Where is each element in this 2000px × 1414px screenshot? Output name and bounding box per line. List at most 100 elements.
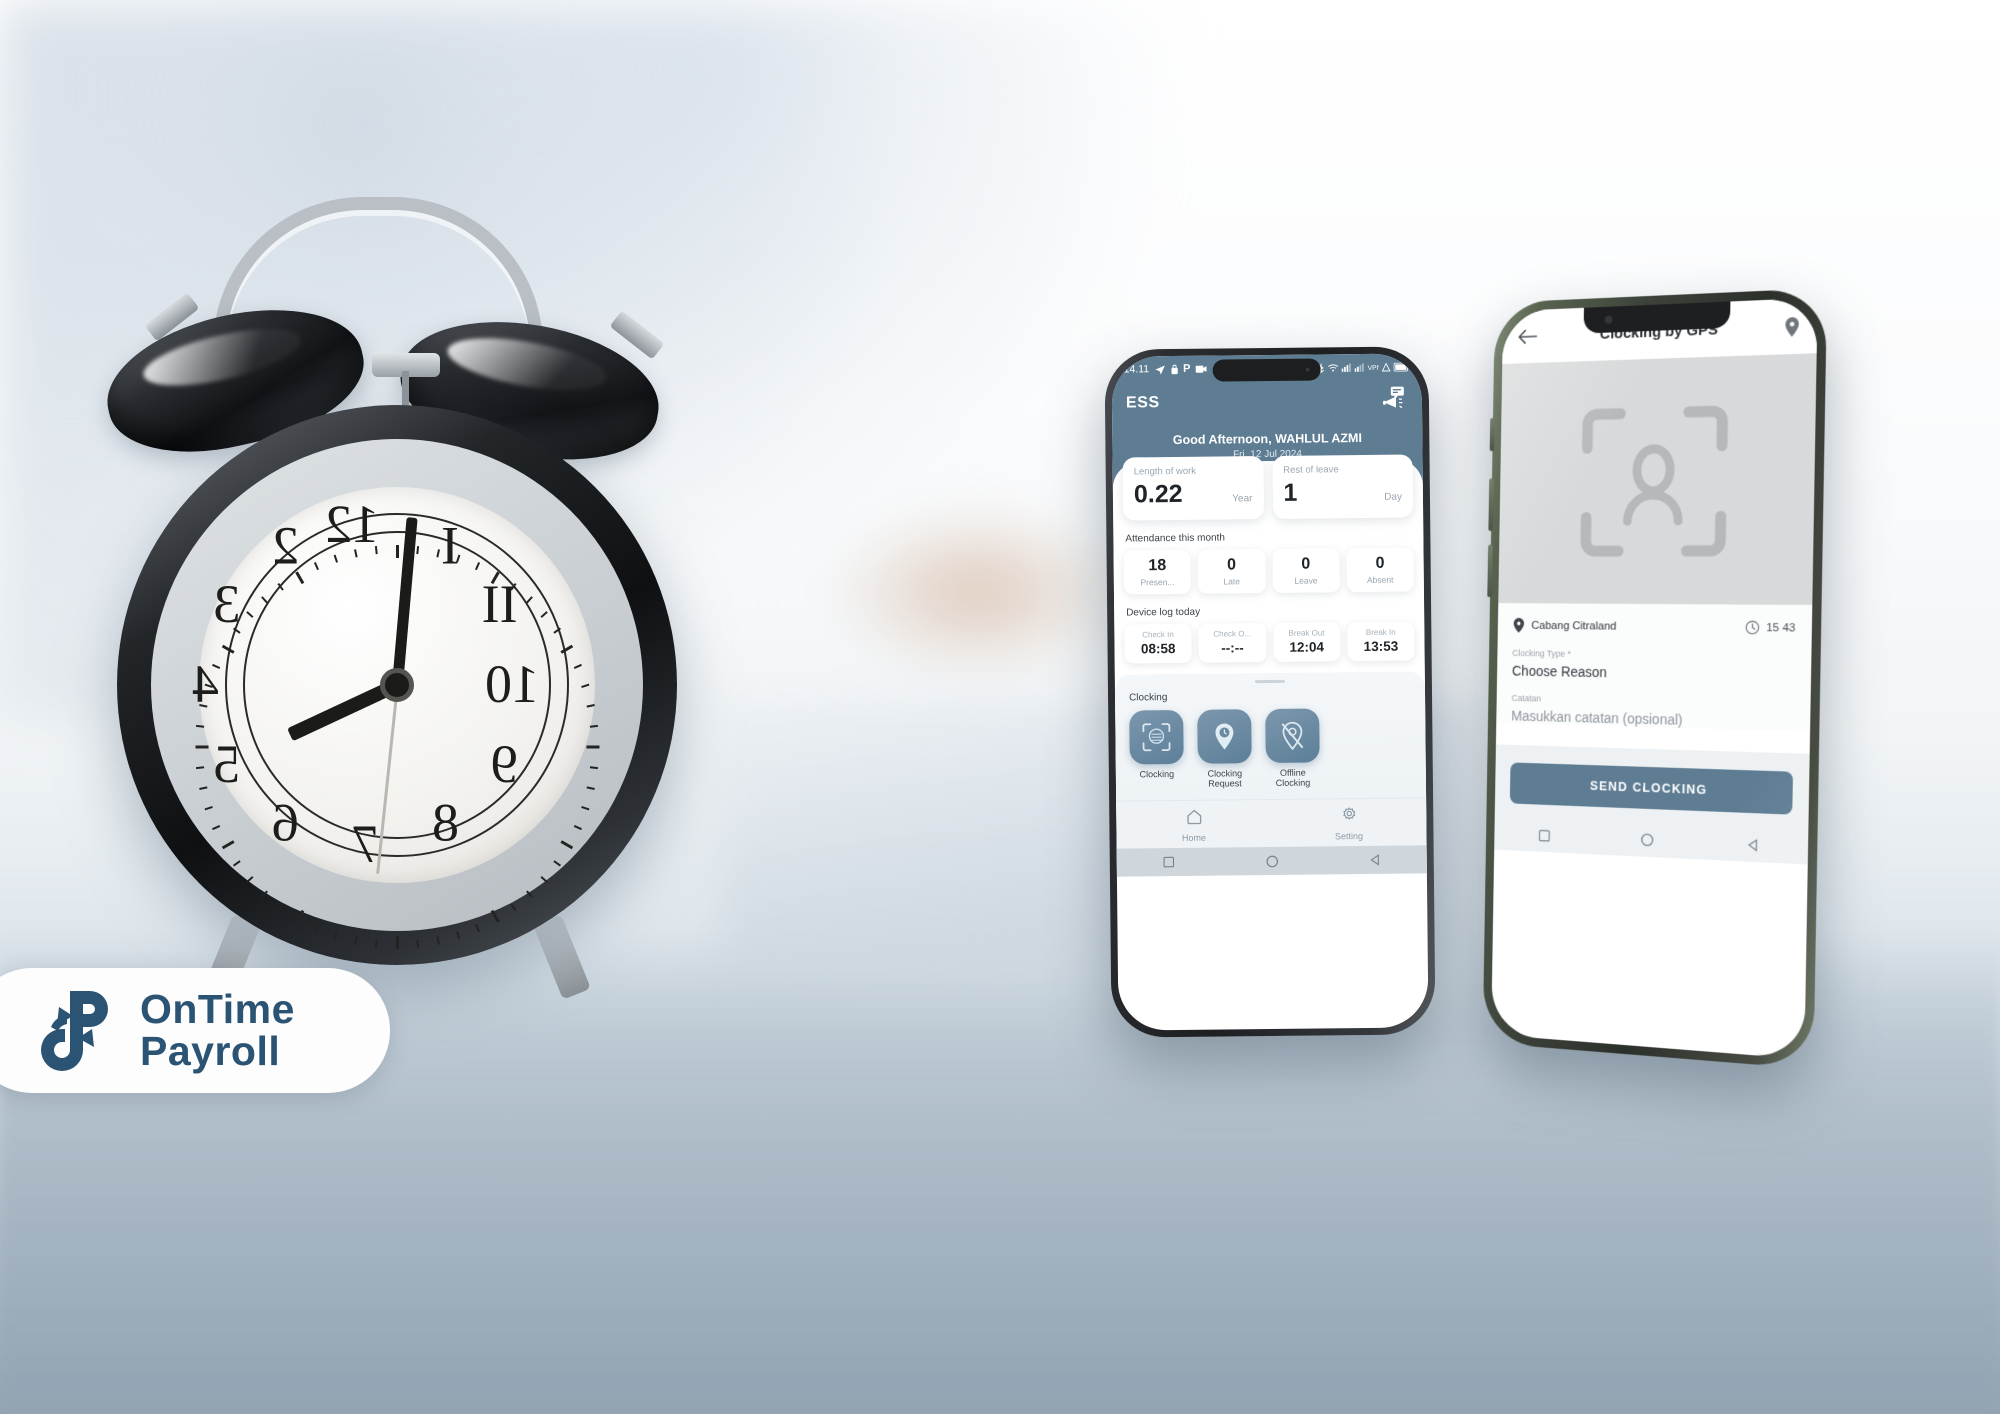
clock-numeral: II <box>481 574 518 634</box>
triangle-back-icon[interactable] <box>1747 838 1760 852</box>
attendance-value: 0 <box>1227 556 1237 574</box>
svg-text:VPN: VPN <box>1368 364 1379 371</box>
attendance-value: 0 <box>1301 555 1311 573</box>
clock-numeral: 7 <box>352 814 379 874</box>
ontime-payroll-mark <box>41 990 108 1071</box>
clock-tick <box>353 936 358 945</box>
device-log-break-in[interactable]: Break In 13:53 <box>1347 621 1415 661</box>
p-icon: P <box>1183 362 1191 375</box>
alarm-clock-image: 12 I II 10 9 8 7 6 5 4 3 2 <box>93 175 755 1000</box>
device-log-value: --:-- <box>1221 639 1244 656</box>
clock-tick <box>198 786 207 790</box>
clock-tick <box>195 766 204 770</box>
android-nav-bar <box>1116 845 1427 877</box>
brand-logo-badge: OnTime Payroll <box>0 968 390 1093</box>
attendance-item-present[interactable]: 18 Presen... <box>1123 549 1192 595</box>
volume-up-button[interactable] <box>1488 478 1494 531</box>
clock-tick <box>333 931 338 940</box>
clock-numeral: 8 <box>432 792 459 853</box>
location-pin-icon <box>1197 708 1252 764</box>
location-pin-icon <box>1513 617 1525 633</box>
gps-location-row: Cabang Citraland 15 43 <box>1513 617 1796 637</box>
clock-tick <box>474 562 480 571</box>
send-button-area: SEND CLOCKING <box>1494 744 1810 830</box>
clocking-tile-row: Clocking Clocking Request Offline Clocki… <box>1129 707 1412 791</box>
attendance-row: 18 Presen... 0 Late 0 Leave 0 Absent <box>1123 547 1414 595</box>
catatan-input[interactable]: Masukkan catatan (opsional) <box>1511 708 1794 731</box>
location-pin-off-icon <box>1265 708 1320 763</box>
location-pin-icon[interactable] <box>1783 315 1801 337</box>
triangle-back-icon[interactable] <box>1369 854 1381 866</box>
gps-time-value: 15 43 <box>1766 621 1796 635</box>
alert-icon <box>1381 362 1391 371</box>
clock-tick <box>559 644 573 654</box>
tab-setting[interactable]: Setting <box>1271 806 1426 843</box>
device-log-check-out[interactable]: Check O... --:-- <box>1198 622 1267 663</box>
telegram-icon <box>1154 364 1165 374</box>
clock-numeral: 10 <box>485 654 539 714</box>
clock-numeral: 5 <box>213 734 241 794</box>
clock-tick <box>395 936 399 949</box>
clock-tick <box>374 939 378 948</box>
clock-tick <box>540 611 548 618</box>
circle-icon[interactable] <box>1265 855 1278 868</box>
clock-tick <box>435 549 440 558</box>
clock-bezel: 12 I II 10 9 8 7 6 5 4 3 2 <box>151 439 643 949</box>
summary-value: 0.22 <box>1133 479 1183 509</box>
volume-down-button[interactable] <box>1487 544 1493 598</box>
brand-name: OnTime Payroll <box>140 988 295 1074</box>
square-icon[interactable] <box>1538 829 1550 842</box>
device-log-break-out[interactable]: Break Out 12:04 <box>1272 621 1341 662</box>
arrow-left-icon[interactable] <box>1517 327 1538 345</box>
device-log-value: 13:53 <box>1363 638 1399 654</box>
clocking-tile-offline-clocking[interactable]: Offline Clocking <box>1265 708 1320 789</box>
clock-tick <box>195 724 204 728</box>
clock-tick <box>245 876 253 883</box>
sheet-grabber[interactable] <box>1254 679 1285 683</box>
clocking-type-select[interactable]: Choose Reason <box>1512 663 1795 684</box>
clock-tick <box>313 562 319 571</box>
clock-numeral: 3 <box>213 574 241 634</box>
attendance-item-leave[interactable]: 0 Leave <box>1272 548 1340 593</box>
summary-card-length-of-work[interactable]: Length of work 0.22 Year <box>1122 456 1264 521</box>
clock-tick <box>525 890 533 898</box>
clock-numeral: 9 <box>490 734 518 794</box>
attendance-item-late[interactable]: 0 Late <box>1197 549 1266 594</box>
mute-switch[interactable] <box>1489 417 1495 452</box>
clock-tick <box>221 840 235 850</box>
attendance-item-absent[interactable]: 0 Absent <box>1346 547 1414 592</box>
dynamic-island <box>1212 358 1321 382</box>
clocking-tile-clocking[interactable]: Clocking <box>1129 709 1184 791</box>
camera-preview-area[interactable] <box>1498 353 1817 605</box>
clock-numeral: 6 <box>272 792 299 853</box>
brand-name-line2: Payroll <box>140 1027 281 1074</box>
attendance-label: Presen... <box>1140 576 1175 587</box>
summary-card-rest-of-leave[interactable]: Rest of leave 1 Day <box>1272 454 1414 519</box>
clock-tick <box>580 683 589 689</box>
summary-unit: Year <box>1232 493 1253 505</box>
device-log-label: Check In <box>1142 629 1174 639</box>
tab-label: Setting <box>1334 831 1364 842</box>
clock-tick <box>245 611 253 618</box>
clock-tick <box>552 860 561 867</box>
clock-tick <box>589 724 598 728</box>
summary-card-row: Length of work 0.22 Year Rest of leave 1… <box>1122 454 1414 521</box>
circle-icon[interactable] <box>1640 833 1654 848</box>
attendance-label: Absent <box>1366 574 1394 585</box>
device-log-check-in[interactable]: Check In 08:58 <box>1124 623 1192 664</box>
clock-winder-right <box>609 310 665 360</box>
tab-home[interactable]: Home <box>1116 807 1271 844</box>
clocking-tile-clocking-request[interactable]: Clocking Request <box>1197 708 1252 790</box>
clock-tick <box>509 903 517 912</box>
clock-tick <box>580 805 589 811</box>
clock-tick <box>573 824 582 831</box>
clocking-tile-label: Clocking <box>1139 768 1175 779</box>
summary-label: Length of work <box>1133 465 1197 478</box>
megaphone-icon[interactable] <box>1382 386 1408 415</box>
square-icon[interactable] <box>1162 856 1174 868</box>
clock-tick <box>415 546 419 555</box>
status-time: 14.11 <box>1123 363 1150 376</box>
clock-tick <box>559 840 573 850</box>
clock-tick <box>589 766 598 770</box>
send-clocking-button[interactable]: SEND CLOCKING <box>1509 762 1794 815</box>
